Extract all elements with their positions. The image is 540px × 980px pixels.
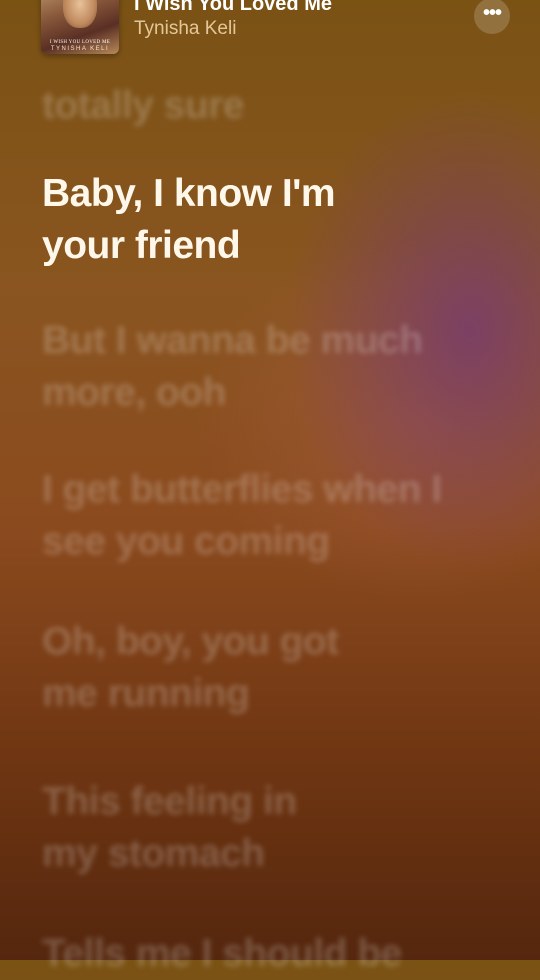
more-options-button[interactable]: •••	[474, 0, 510, 34]
ellipsis-icon: •••	[482, 2, 502, 24]
song-title[interactable]: I Wish You Loved Me	[134, 0, 332, 16]
lyric-line-next[interactable]: This feeling in my stomach	[42, 776, 342, 880]
lyric-line-next[interactable]: Tells me I should be	[42, 928, 502, 980]
album-art-artist: TYNISHA KELI	[50, 46, 110, 52]
lyric-line-current[interactable]: Baby, I know I'm your friend	[42, 168, 402, 272]
lyric-line-next[interactable]: I get butterflies when I see you coming	[42, 464, 502, 568]
lyric-line-next[interactable]: But I wanna be much more, ooh	[42, 315, 472, 419]
album-art-title: I WISH YOU LOVED ME	[49, 40, 111, 45]
lyric-line-previous[interactable]: totally sure	[42, 80, 512, 132]
album-art[interactable]: I WISH YOU LOVED ME TYNISHA KELI	[41, 0, 119, 54]
album-art-portrait	[63, 0, 97, 28]
artist-name[interactable]: Tynisha Keli	[134, 18, 236, 40]
now-playing-header: I WISH YOU LOVED ME TYNISHA KELI I Wish …	[0, 0, 540, 60]
lyric-line-next[interactable]: Oh, boy, you got me running	[42, 616, 372, 720]
